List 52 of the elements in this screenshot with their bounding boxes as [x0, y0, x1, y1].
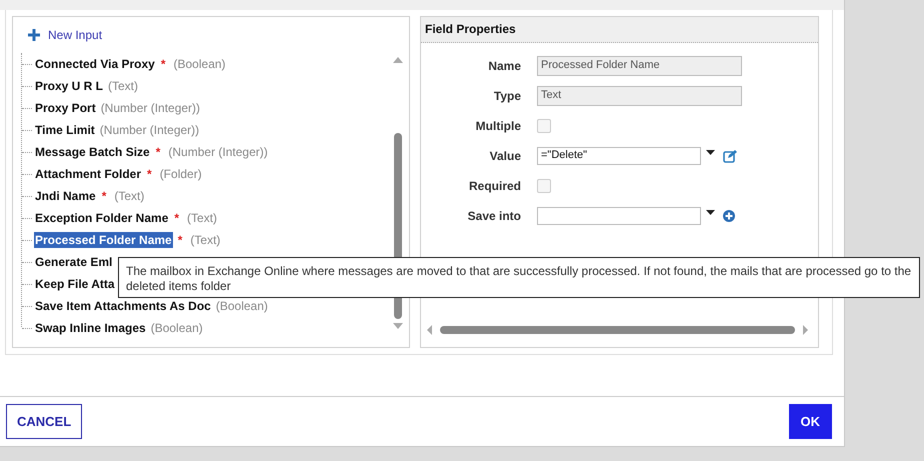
input-type: (Text) — [187, 211, 218, 225]
edit-icon[interactable] — [723, 150, 737, 162]
required-mark: * — [160, 57, 166, 71]
readonly-field[interactable]: Processed Folder Name — [537, 56, 742, 76]
input-name[interactable]: Message Batch Size — [34, 144, 151, 160]
input-name[interactable]: Swap Inline Images — [34, 320, 147, 336]
input-name[interactable]: Proxy Port — [34, 100, 97, 116]
cancel-button[interactable]: CANCEL — [6, 404, 82, 439]
required-mark: * — [178, 233, 182, 247]
input-type: (Text) — [190, 233, 220, 247]
add-icon[interactable] — [723, 210, 735, 222]
input-type: (Number (Integer)) — [168, 145, 268, 159]
input-name[interactable]: Jndi Name — [34, 188, 97, 204]
input-type: (Number (Integer)) — [100, 123, 200, 137]
input-name[interactable]: Keep File Atta — [34, 276, 116, 292]
property-label: Value — [488, 149, 521, 163]
property-label: Type — [492, 89, 521, 103]
input-name[interactable]: Attachment Folder — [34, 166, 142, 182]
checkbox[interactable] — [537, 119, 551, 133]
required-mark: * — [147, 167, 152, 181]
property-label: Multiple — [474, 119, 521, 133]
input-type: (Text) — [114, 189, 144, 203]
input-type: (Number (Integer)) — [100, 101, 200, 115]
panel-header: Field Properties — [421, 17, 818, 43]
required-mark: * — [174, 211, 180, 225]
input-type: (Text) — [108, 79, 138, 93]
input-name[interactable]: Time Limit — [34, 122, 96, 138]
property-label: Required — [468, 179, 521, 193]
property-label: Save into — [466, 209, 521, 223]
input-name[interactable]: Save Item Attachments As Doc — [34, 298, 212, 314]
input-name[interactable]: Proxy U R L — [34, 78, 104, 94]
caret-icon[interactable] — [706, 210, 715, 216]
input-name[interactable]: Processed Folder Name — [34, 232, 173, 248]
required-mark: * — [156, 145, 160, 159]
input-type: (Boolean) — [150, 321, 203, 335]
input-type: (Boolean) — [216, 299, 268, 313]
readonly-field[interactable]: Text — [537, 86, 742, 106]
caret-icon[interactable] — [706, 150, 715, 156]
input-name[interactable]: Exception Folder Name — [34, 210, 170, 226]
new-input-button[interactable]: New Input — [28, 28, 102, 42]
input-name[interactable]: Connected Via Proxy — [34, 56, 156, 72]
required-mark: * — [102, 189, 106, 203]
checkbox[interactable] — [537, 179, 551, 193]
ok-button[interactable]: OK — [788, 404, 832, 439]
plus-icon — [28, 29, 40, 41]
tooltip: The mailbox in Exchange Online where messages are moved to that are successfully processed. If not found, the mails that are processed go to the deleted items folder — [118, 257, 920, 298]
save-into-field[interactable] — [537, 207, 701, 225]
input-name[interactable]: Generate Eml — [34, 254, 114, 270]
value-field[interactable]: ="Delete" — [537, 147, 701, 165]
property-label: Name — [487, 59, 521, 73]
input-type: (Boolean) — [174, 57, 226, 71]
input-type: (Folder) — [160, 167, 202, 181]
